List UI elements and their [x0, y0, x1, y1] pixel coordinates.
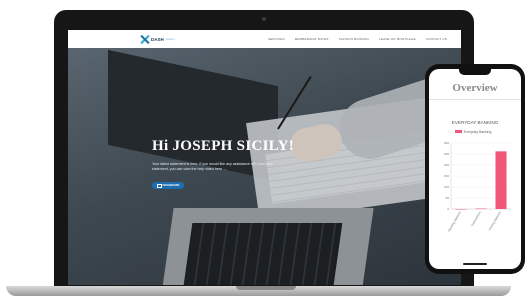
y-tick-label: 250 — [444, 152, 449, 156]
legend-swatch — [455, 130, 462, 133]
webcam — [262, 17, 266, 21]
x-tick-label: Transactions — [470, 210, 482, 227]
phone-screen: Overview EVERYDAY BANKING Everyday Banki… — [429, 69, 521, 269]
logo-x-icon — [140, 35, 149, 44]
chart-title: EVERYDAY BANKING — [451, 120, 499, 125]
y-tick-label: 100 — [444, 185, 449, 189]
hero-photo-keyboard — [183, 223, 343, 285]
overview-title: Overview — [452, 82, 498, 94]
dashboard-button-label: DASHBOARD — [162, 184, 180, 187]
phone-frame: Overview EVERYDAY BANKING Everyday Banki… — [425, 64, 525, 274]
hero-banner: Hi JOSEPH SICILY! Your latest statement … — [68, 48, 461, 285]
dashboard-icon — [156, 183, 162, 188]
bar-1 — [455, 209, 467, 210]
laptop-frame: DASH banking SERVICES MEMBERSHIP RATES S… — [54, 10, 474, 293]
logo-subtext: banking — [165, 37, 175, 41]
phone-notch — [459, 69, 491, 75]
y-tick-label: 200 — [444, 163, 449, 167]
legend-label: Everyday Banking — [464, 130, 491, 134]
x-tick-label: Opening Balance — [447, 210, 462, 232]
logo-text: DASH — [151, 36, 164, 42]
hero-message: Your latest statement is here. If you wo… — [152, 162, 273, 171]
x-tick-label: Closing Balance — [488, 210, 502, 231]
nav-link-services[interactable]: SERVICES — [268, 37, 285, 41]
y-tick-label: 150 — [444, 174, 449, 178]
dashboard-button[interactable]: DASHBOARD — [152, 182, 184, 189]
y-tick-label: 300 — [444, 141, 449, 145]
site-logo[interactable]: DASH banking — [140, 35, 175, 44]
bar-3 — [495, 151, 507, 209]
nav-link-lease[interactable]: LEASE OR MORTGAGE — [379, 37, 416, 41]
site-navbar: DASH banking SERVICES MEMBERSHIP RATES S… — [68, 30, 461, 48]
phone-divider — [429, 99, 521, 100]
nav-links: SERVICES MEMBERSHIP RATES SAVINGS BANKIN… — [258, 37, 447, 41]
nav-link-savings[interactable]: SAVINGS BANKING — [339, 37, 369, 41]
laptop-base-notch — [236, 286, 296, 290]
hero-greeting: Hi JOSEPH SICILY! — [152, 138, 295, 154]
nav-link-membership[interactable]: MEMBERSHIP RATES — [295, 37, 329, 41]
y-tick-label: 50 — [446, 196, 450, 200]
home-indicator — [463, 263, 487, 265]
bar-2 — [475, 208, 487, 210]
y-tick-label: 0 — [447, 207, 449, 211]
everyday-banking-chart: Everyday Banking 0 50 100 150 200 250 300 Openin… — [444, 130, 511, 232]
nav-link-contact[interactable]: CONTACT US — [426, 37, 447, 41]
laptop-screen: DASH banking SERVICES MEMBERSHIP RATES S… — [68, 30, 461, 285]
laptop-base — [6, 286, 511, 296]
